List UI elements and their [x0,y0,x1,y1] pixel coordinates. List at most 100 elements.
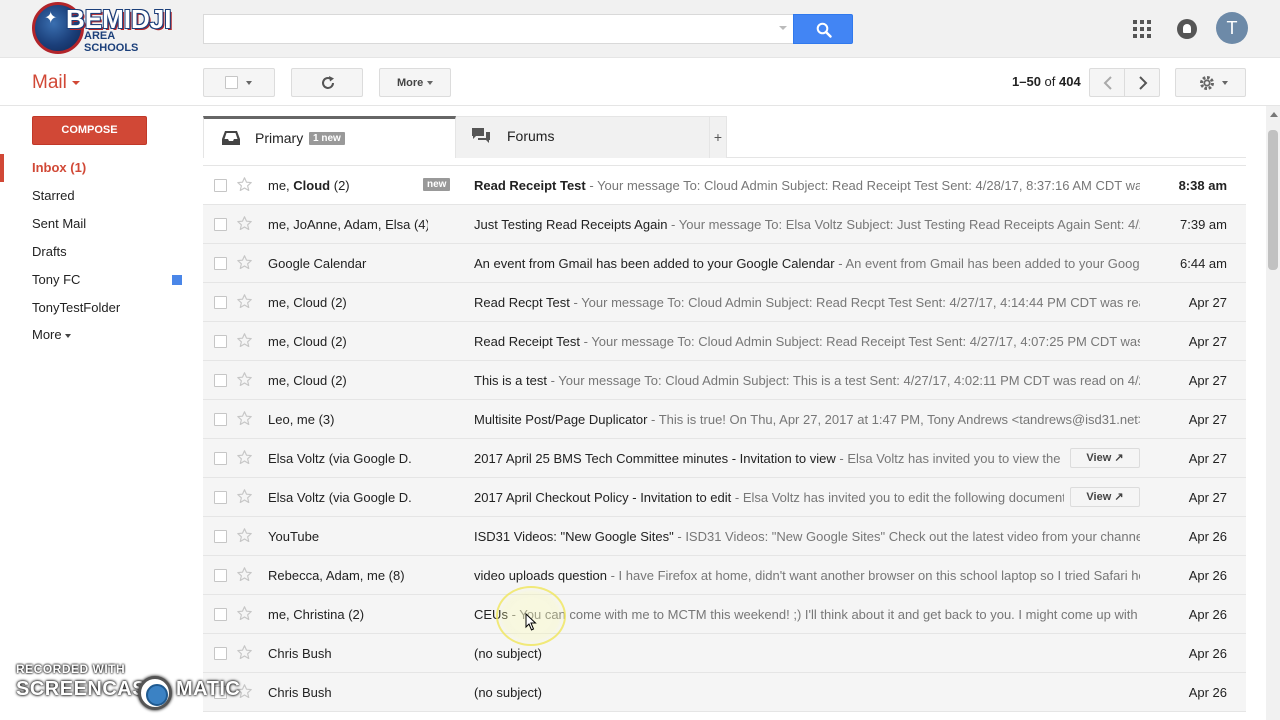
star-icon[interactable] [236,644,253,661]
search-options-caret-icon[interactable] [779,26,787,30]
star-icon[interactable] [236,293,253,310]
email-sender: Elsa Voltz (via Google D. [268,490,428,505]
star-icon[interactable] [236,176,253,193]
chevron-down-icon [246,81,252,85]
district-logo[interactable]: ✦ BEMIDJI AREA SCHOOLS [30,0,171,58]
row-checkbox[interactable] [214,218,227,231]
email-row[interactable]: me, Cloud (2) Read Receipt Test - Your m… [203,322,1246,361]
sender-text: YouTube [268,529,320,544]
row-checkbox[interactable] [214,452,227,465]
email-subject: (no subject) [474,685,542,700]
mouse-cursor-icon [525,613,537,631]
tab-forums[interactable]: Forums [456,116,710,158]
new-count-badge: 1 new [309,132,345,145]
email-sender: me, Cloud (2) [268,295,428,310]
row-checkbox[interactable] [214,179,227,192]
star-icon[interactable] [236,332,253,349]
email-snippet: - You can come with me to MCTM this week… [507,607,1140,622]
star-icon[interactable] [236,605,253,622]
sidebar-item-sent-mail[interactable]: Sent Mail [0,210,195,238]
search-input[interactable] [203,14,794,44]
tab-primary[interactable]: Primary 1 new [203,116,456,158]
email-subject: (no subject) [474,646,542,661]
view-document-button[interactable]: View ↗ [1070,448,1140,468]
label-color-swatch[interactable] [172,275,182,285]
compose-button[interactable]: COMPOSE [32,116,147,145]
email-row[interactable]: me, Cloud (2) This is a test - Your mess… [203,361,1246,400]
email-row[interactable]: me, Cloud (2) Read Recpt Test - Your mes… [203,283,1246,322]
add-tab-button[interactable]: + [710,116,727,158]
email-row[interactable]: me, Christina (2) CEUs - You can come wi… [203,595,1246,634]
scrollbar-thumb[interactable] [1268,130,1278,270]
email-sender: me, Christina (2) [268,607,428,622]
star-icon[interactable] [236,371,253,388]
row-checkbox[interactable] [214,257,227,270]
email-subject: Read Receipt Test [474,178,586,193]
email-snippet: - Your message To: Cloud Admin Subject: … [580,334,1140,349]
row-checkbox[interactable] [214,296,227,309]
row-checkbox[interactable] [214,647,227,660]
sidebar-more-toggle[interactable]: More [0,322,195,348]
email-row[interactable]: me, Cloud (2) new Read Receipt Test - Yo… [203,166,1246,205]
sidebar-item-starred[interactable]: Starred [0,182,195,210]
email-row[interactable]: Chris Bush (no subject) Apr 26 [203,673,1246,712]
row-checkbox[interactable] [214,569,227,582]
sidebar-item-tony-fc[interactable]: Tony FC [0,266,195,294]
select-all-dropdown[interactable] [203,68,275,97]
scroll-up-arrow-icon[interactable] [1270,112,1278,117]
sidebar-item-drafts[interactable]: Drafts [0,238,195,266]
star-icon[interactable] [236,449,253,466]
sidebar-item-inbox[interactable]: Inbox (1) [0,154,195,182]
notifications-bell-icon[interactable] [1177,19,1197,39]
email-sender: Chris Bush [268,685,428,700]
sidebar-item-label: Drafts [32,244,67,259]
row-checkbox[interactable] [214,530,227,543]
settings-button[interactable] [1175,68,1246,97]
row-checkbox[interactable] [214,374,227,387]
email-row[interactable]: Elsa Voltz (via Google D. 2017 April Che… [203,478,1246,517]
star-icon[interactable] [236,410,253,427]
email-date: Apr 27 [1188,412,1227,427]
email-subject: This is a test [474,373,547,388]
chevron-down-icon [427,81,433,85]
star-icon[interactable] [236,254,253,271]
older-page-button[interactable] [1124,68,1160,97]
email-row[interactable]: YouTube ISD31 Videos: "New Google Sites"… [203,517,1246,556]
logo-subtitle: AREA SCHOOLS [84,30,139,54]
row-checkbox[interactable] [214,413,227,426]
email-row[interactable]: Google Calendar An event from Gmail has … [203,244,1246,283]
search-button[interactable] [793,14,853,44]
email-row[interactable]: Leo, me (3) Multisite Post/Page Duplicat… [203,400,1246,439]
sidebar-item-label: TonyTestFolder [32,300,121,315]
newer-page-button[interactable] [1089,68,1125,97]
chevron-down-icon [64,333,71,338]
select-all-checkbox[interactable] [225,76,238,89]
mail-app-switcher[interactable]: Mail [32,72,80,94]
email-row[interactable]: Elsa Voltz (via Google D. 2017 April 25 … [203,439,1246,478]
email-content: 2017 April 25 BMS Tech Committee minutes… [474,451,1064,466]
sidebar-item-tonytestfolder[interactable]: TonyTestFolder [0,294,195,322]
row-checkbox[interactable] [214,335,227,348]
email-snippet: - Elsa Voltz has invited you to view the… [839,451,1064,466]
apps-grid-icon[interactable] [1133,20,1151,38]
view-document-button[interactable]: View ↗ [1070,487,1140,507]
row-checkbox[interactable] [214,491,227,504]
sender-text: Elsa Voltz (via Google D. [268,490,412,505]
email-sender: Chris Bush [268,646,428,661]
star-icon[interactable] [236,527,253,544]
email-row[interactable]: Rebecca, Adam, me (8) video uploads ques… [203,556,1246,595]
star-icon[interactable] [236,215,253,232]
row-checkbox[interactable] [214,608,227,621]
star-icon[interactable] [236,488,253,505]
account-avatar[interactable]: T [1216,12,1248,44]
star-icon[interactable] [236,566,253,583]
email-row[interactable]: me, JoAnne, Adam, Elsa (4) Just Testing … [203,205,1246,244]
email-row[interactable]: Chris Bush (no subject) Apr 26 [203,634,1246,673]
inbox-tray-icon [222,131,240,145]
sender-text: Google Calendar [268,256,367,271]
sender-text: me, Cloud (2) [268,295,347,310]
more-actions-button[interactable]: More [379,68,451,97]
email-content: Multisite Post/Page Duplicator - This is… [474,412,1140,427]
sidebar-item-label: Inbox (1) [32,160,87,175]
refresh-button[interactable] [291,68,363,97]
